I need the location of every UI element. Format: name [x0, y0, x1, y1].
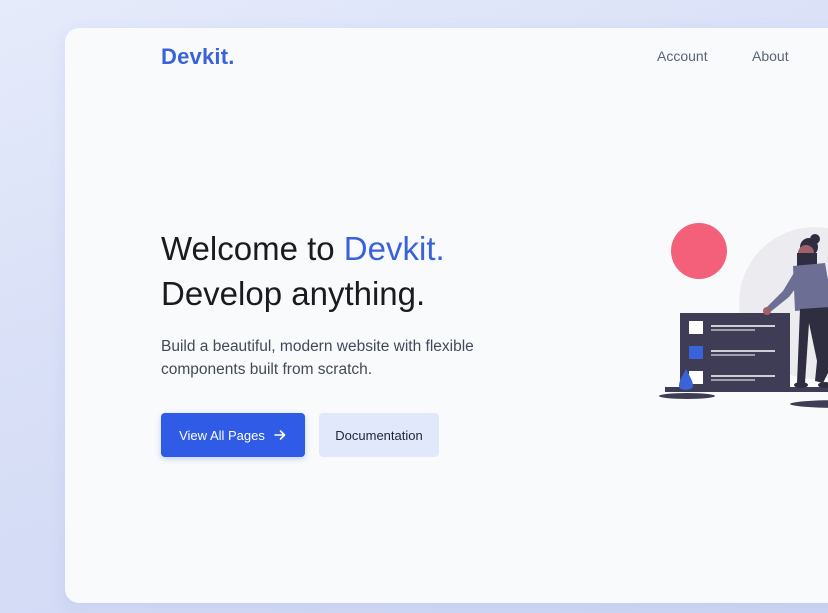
page-card: Devkit. Account About Welcome to Devkit.… [65, 28, 828, 603]
nav-account-link[interactable]: Account [657, 48, 708, 64]
logo[interactable]: Devkit. [161, 44, 235, 70]
nav-about-link[interactable]: About [752, 48, 789, 64]
arrow-right-icon [274, 430, 286, 440]
illustration-shadow-right [790, 400, 828, 408]
documentation-button[interactable]: Documentation [319, 413, 439, 457]
illustration-pink-circle [671, 223, 727, 279]
hero-illustration [659, 223, 828, 408]
hero-subtitle: Build a beautiful, modern website with f… [161, 338, 474, 378]
illustration-shadow-left [659, 393, 715, 399]
hero-title-line1: Welcome to Devkit. [161, 230, 445, 268]
hero-title-prefix: Welcome to [161, 230, 344, 267]
hero-title-line2: Develop anything. [161, 275, 426, 312]
view-all-pages-label: View All Pages [179, 427, 265, 443]
hero-title-accent: Devkit. [343, 230, 445, 267]
view-all-pages-button[interactable]: View All Pages [161, 413, 305, 457]
documentation-label: Documentation [335, 427, 423, 443]
